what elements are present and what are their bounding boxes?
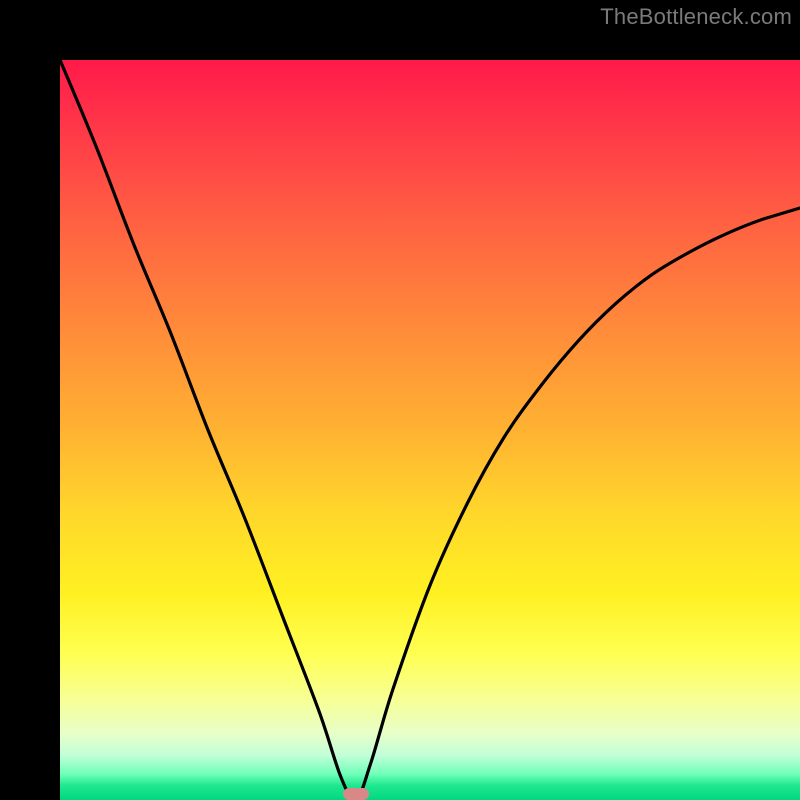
chart-frame — [0, 0, 800, 800]
minimum-marker — [343, 788, 369, 800]
bottleneck-curve — [60, 60, 800, 800]
curve-svg — [60, 60, 800, 800]
plot-area — [60, 60, 800, 800]
watermark-text: TheBottleneck.com — [600, 4, 792, 30]
